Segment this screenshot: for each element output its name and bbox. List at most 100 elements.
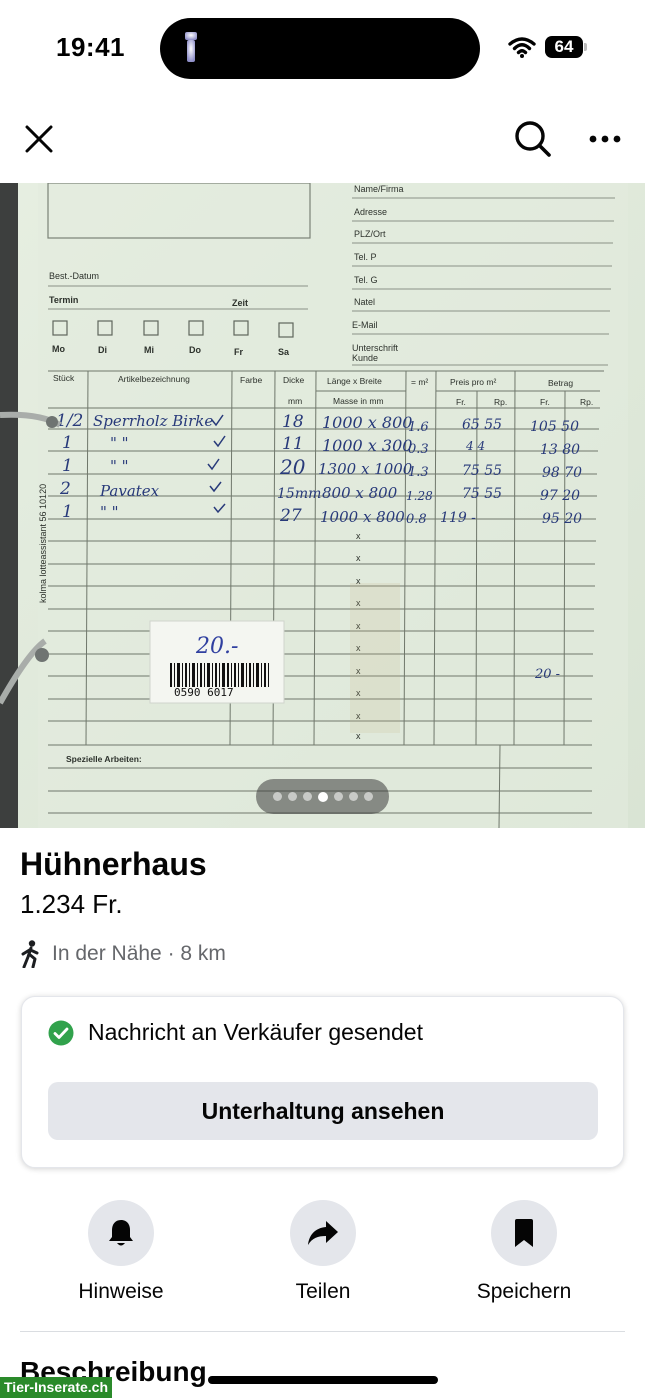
form-label-order-date: Best.-Datum xyxy=(49,271,99,281)
day-di: Di xyxy=(98,345,107,355)
save-label: Speichern xyxy=(476,1280,572,1303)
battery-indicator: 64 xyxy=(545,36,583,58)
status-time: 19:41 xyxy=(56,32,125,62)
row-2-qty: 1 xyxy=(62,433,73,453)
row-2-amount: 13 80 xyxy=(540,442,580,458)
close-button[interactable] xyxy=(17,117,61,161)
check-circle-icon xyxy=(48,1020,74,1045)
notifications-label: Hinweise xyxy=(78,1280,164,1303)
more-options-button[interactable] xyxy=(583,117,627,161)
search-button[interactable] xyxy=(511,117,555,161)
row-3-size: 1300 x 1000 xyxy=(318,460,413,478)
dynamic-island xyxy=(160,18,480,79)
row-2-article: " " xyxy=(110,434,129,452)
day-mo: Mo xyxy=(52,344,65,354)
row-5-qty: 1 xyxy=(62,502,73,522)
notifications-button[interactable]: Hinweise xyxy=(41,1200,201,1304)
form-label-time: Zeit xyxy=(232,298,248,308)
carousel-dot[interactable] xyxy=(272,792,282,801)
location-text: In der Nähe · 8 km xyxy=(52,942,226,965)
message-status-text: Nachricht an Verkäufer gesendet xyxy=(88,1019,423,1045)
close-icon xyxy=(25,125,53,153)
row-3-qty: 1 xyxy=(62,456,73,476)
row-4-thick: 15mm xyxy=(277,486,321,502)
listing-title: Hühnerhaus xyxy=(20,846,207,882)
bookmark-icon xyxy=(515,1219,533,1247)
carousel-dot[interactable] xyxy=(317,791,328,802)
form-label-appointment: Termin xyxy=(49,295,78,305)
col-amount-rp: Rp. xyxy=(580,397,593,407)
row-1-thick: 18 xyxy=(282,412,304,432)
form-label-tel-p: Tel. P xyxy=(354,252,377,262)
more-icon xyxy=(589,135,621,143)
carousel-indicator[interactable] xyxy=(256,779,389,814)
message-sent-card: Nachricht an Verkäufer gesendet Unterhal… xyxy=(21,996,624,1168)
row-3-article: " " xyxy=(110,457,129,475)
col-price: Preis pro m² xyxy=(450,377,496,387)
listing-photo[interactable]: Name/Firma Adresse PLZ/Ort Tel. P Tel. G… xyxy=(0,183,645,828)
sticker-price: 20.- xyxy=(195,634,238,659)
wifi-icon xyxy=(508,37,536,58)
carousel-dot[interactable] xyxy=(348,792,358,801)
col-price-fr: Fr. xyxy=(456,397,466,407)
section-divider xyxy=(20,1331,625,1332)
col-size: Länge x Breite xyxy=(327,376,382,386)
carousel-dot[interactable] xyxy=(302,792,312,801)
flashlight-icon xyxy=(185,32,197,62)
day-sa: Sa xyxy=(278,347,290,357)
row-1-article: Sperrholz Birke xyxy=(93,412,213,430)
row-5-price: 119 - xyxy=(440,510,476,526)
row-5-article: " " xyxy=(100,503,119,521)
day-do: Do xyxy=(189,345,201,355)
col-thickness: Dicke xyxy=(283,375,305,385)
home-indicator[interactable] xyxy=(208,1376,438,1384)
row-3-m2: 1.3 xyxy=(408,465,429,480)
battery-tip xyxy=(584,43,587,51)
row-1-price: 65 55 xyxy=(462,417,502,433)
save-circle[interactable] xyxy=(491,1200,557,1266)
row-4-m2: 1.28 xyxy=(406,489,433,503)
row-5-amount: 95 20 xyxy=(542,511,582,527)
col-article: Artikelbezeichnung xyxy=(118,374,190,384)
row-1-qty: 1/2 xyxy=(56,411,83,431)
note-total: 20 - xyxy=(534,667,560,682)
form-label-address: Adresse xyxy=(354,207,387,217)
search-icon xyxy=(515,121,551,157)
carousel-dot[interactable] xyxy=(363,792,373,801)
save-button[interactable]: Speichern xyxy=(444,1200,604,1304)
walking-person-icon xyxy=(21,940,39,968)
notifications-circle[interactable] xyxy=(88,1200,154,1266)
top-bar xyxy=(0,110,645,170)
row-2-price: 4 4 xyxy=(465,439,485,453)
row-2-size: 1000 x 300 xyxy=(322,436,412,455)
share-circle[interactable] xyxy=(290,1200,356,1266)
row-4-price: 75 55 xyxy=(462,486,502,502)
share-button[interactable]: Teilen xyxy=(243,1200,403,1304)
view-conversation-button[interactable]: Unterhaltung ansehen xyxy=(48,1082,598,1140)
form-side-text: kolma lotteassistant 56 10120 xyxy=(38,484,48,603)
bell-icon xyxy=(109,1220,133,1246)
carousel-dot[interactable] xyxy=(287,792,297,801)
form-label-name: Name/Firma xyxy=(354,184,404,194)
form-label-email: E-Mail xyxy=(352,320,378,330)
row-3-amount: 98 70 xyxy=(542,465,582,481)
row-4-article: Pavatex xyxy=(99,482,160,500)
row-4-amount: 97 20 xyxy=(540,488,580,504)
day-mi: Mi xyxy=(144,345,154,355)
row-5-m2: 0.8 xyxy=(406,512,427,527)
form-label-signature-2: Kunde xyxy=(352,353,378,363)
listing-price: 1.234 Fr. xyxy=(20,889,123,919)
share-arrow-icon xyxy=(308,1221,338,1245)
col-mm: mm xyxy=(288,396,302,406)
carousel-dot[interactable] xyxy=(333,792,343,801)
form-label-special: Spezielle Arbeiten: xyxy=(66,754,142,764)
row-1-amount: 105 50 xyxy=(530,419,579,435)
share-label: Teilen xyxy=(295,1280,351,1303)
watermark: Tier-Inserate.ch xyxy=(0,1377,113,1398)
col-amount-fr: Fr. xyxy=(540,397,550,407)
col-price-rp: Rp. xyxy=(494,397,507,407)
row-2-thick: 11 xyxy=(282,434,304,454)
col-size-sub: Masse in mm xyxy=(333,396,384,406)
form-label-natel: Natel xyxy=(354,297,375,307)
col-qty: Stück xyxy=(53,373,75,383)
